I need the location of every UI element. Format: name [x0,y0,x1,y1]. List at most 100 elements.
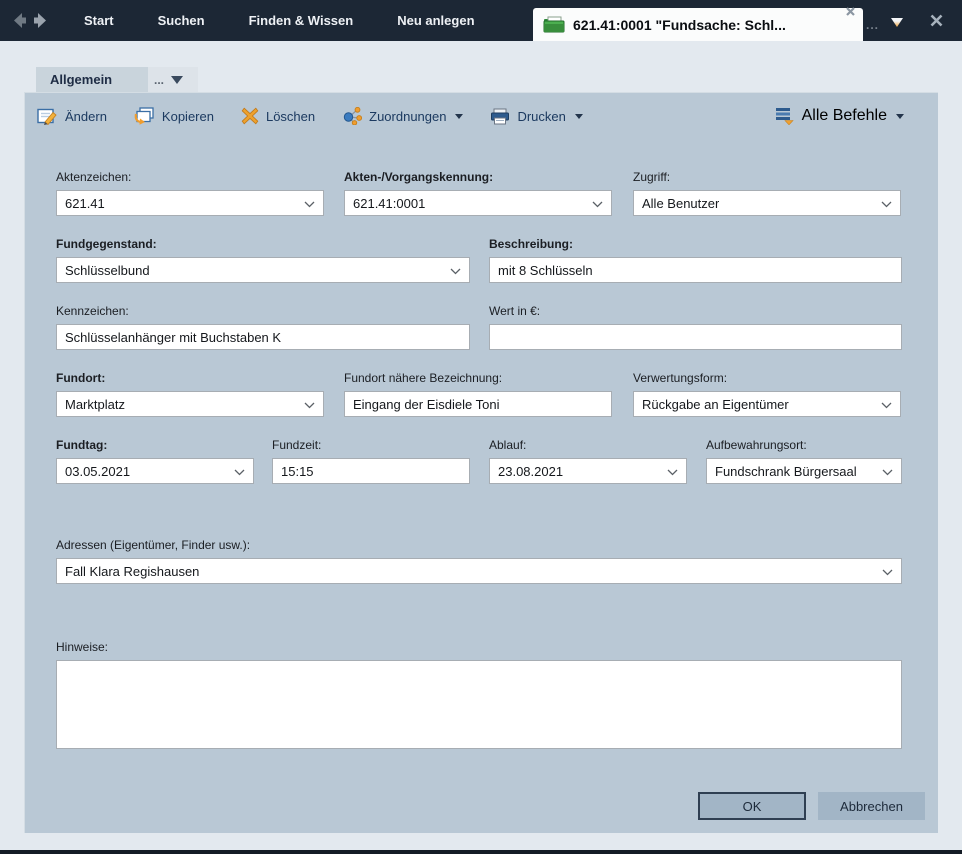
abbrechen-button[interactable]: Abbrechen [818,792,925,820]
drucken-label: Drucken [517,109,565,124]
alle-befehle-button[interactable]: Alle Befehle [774,107,904,125]
dropdown-arrow-icon [896,114,904,119]
menu-item-start[interactable]: Start [62,0,136,41]
combobox-value: Alle Benutzer [642,196,719,211]
fundort-label: Fundort: [56,371,324,386]
tab-list-dropdown-icon[interactable] [890,15,904,33]
fundort-naehere-label: Fundort nähere Bezeichnung: [344,371,612,386]
field-zugriff: Zugriff: Alle Benutzer [633,170,901,216]
kopieren-button[interactable]: Kopieren [134,107,214,125]
adressen-label: Adressen (Eigentümer, Finder usw.): [56,538,902,553]
field-wert: Wert in €: [489,304,902,350]
toolbar: Ändern Kopieren Löschen [37,107,583,125]
combobox-value: Schlüsselbund [65,263,150,278]
assignments-icon [342,107,362,125]
chevron-down-icon [304,201,315,208]
combobox-value: Fundschrank Bürgersaal [715,464,857,479]
wert-label: Wert in €: [489,304,902,319]
history-nav-arrows[interactable] [12,12,48,29]
hinweise-textarea[interactable] [56,660,902,749]
fundort-combobox[interactable]: Marktplatz [56,391,324,417]
combobox-value: 23.08.2021 [498,464,563,479]
beschreibung-label: Beschreibung: [489,237,902,252]
ablauf-datepicker[interactable]: 23.08.2021 [489,458,687,484]
chevron-down-icon [667,469,678,476]
all-commands-icon [774,107,795,125]
tab-overflow[interactable]: ... [148,67,198,92]
combobox-value: 03.05.2021 [65,464,130,479]
zuordnungen-button[interactable]: Zuordnungen [342,107,463,125]
field-adressen: Adressen (Eigentümer, Finder usw.): Fall… [56,538,902,584]
title-bar: Start Suchen Finden & Wissen Neu anlegen… [0,0,962,41]
fundgegenstand-combobox[interactable]: Schlüsselbund [56,257,470,283]
aufbewahrungsort-combobox[interactable]: Fundschrank Bürgersaal [706,458,902,484]
print-icon [490,108,510,125]
verwertungsform-label: Verwertungsform: [633,371,901,386]
zugriff-label: Zugriff: [633,170,901,185]
tab-overflow-label: ... [154,76,164,84]
fundtag-datepicker[interactable]: 03.05.2021 [56,458,254,484]
alle-befehle-label: Alle Befehle [802,107,887,125]
chevron-down-icon [234,469,245,476]
tab-allgemein[interactable]: Allgemein [36,67,148,92]
field-fundzeit: Fundzeit: [272,438,470,484]
forward-arrow-icon [34,13,46,28]
chevron-down-icon [882,469,893,476]
field-kennzeichen: Kennzeichen: [56,304,470,350]
chevron-down-icon [881,402,892,409]
edit-icon [37,107,58,125]
combobox-value: Rückgabe an Eigentümer [642,397,789,412]
dropdown-arrow-icon [455,114,463,119]
wert-input[interactable] [489,324,902,350]
aendern-button[interactable]: Ändern [37,107,107,125]
close-icon[interactable] [929,13,944,33]
chevron-down-icon [592,201,603,208]
field-kennung: Akten-/Vorgangskennung: 621.41:0001 [344,170,612,216]
combobox-value: 621.41:0001 [353,196,425,211]
ablauf-label: Ablauf: [489,438,687,453]
field-beschreibung: Beschreibung: [489,237,902,283]
kennung-combobox[interactable]: 621.41:0001 [344,190,612,216]
field-verwertungsform: Verwertungsform: Rückgabe an Eigentümer [633,371,901,417]
delete-icon [241,107,259,125]
chevron-down-icon [304,402,315,409]
copy-icon [134,107,155,125]
beschreibung-input[interactable] [489,257,902,283]
verwertungsform-combobox[interactable]: Rückgabe an Eigentümer [633,391,901,417]
loeschen-button[interactable]: Löschen [241,107,315,125]
fundzeit-label: Fundzeit: [272,438,470,453]
field-aktenzeichen: Aktenzeichen: 621.41 [56,170,324,216]
fundzeit-input[interactable] [272,458,470,484]
field-hinweise: Hinweise: [56,640,902,749]
chevron-down-icon [171,76,183,84]
menu-item-suchen[interactable]: Suchen [136,0,227,41]
field-fundort-naehere: Fundort nähere Bezeichnung: [344,371,612,417]
drucken-button[interactable]: Drucken [490,108,582,125]
aktenzeichen-combobox[interactable]: 621.41 [56,190,324,216]
document-tab-close-icon[interactable] [845,4,856,22]
ok-button[interactable]: OK [698,792,806,820]
fundgegenstand-label: Fundgegenstand: [56,237,470,252]
kopieren-label: Kopieren [162,109,214,124]
main-menu: Start Suchen Finden & Wissen Neu anlegen [62,0,497,41]
tab-overflow-dots[interactable]: ... [866,18,879,32]
document-tab[interactable]: 621.41:0001 "Fundsache: Schl... [533,8,863,41]
field-fundort: Fundort: Marktplatz [56,371,324,417]
menu-item-finden-wissen[interactable]: Finden & Wissen [227,0,376,41]
folder-icon [543,16,565,33]
chevron-down-icon [881,201,892,208]
document-tab-title: 621.41:0001 "Fundsache: Schl... [573,17,786,33]
fundort-naehere-input[interactable] [344,391,612,417]
field-fundtag: Fundtag: 03.05.2021 [56,438,254,484]
field-aufbewahrungsort: Aufbewahrungsort: Fundschrank Bürgersaal [706,438,902,484]
loeschen-label: Löschen [266,109,315,124]
zuordnungen-label: Zuordnungen [369,109,446,124]
back-arrow-icon [14,13,26,28]
adressen-combobox[interactable]: Fall Klara Regishausen [56,558,902,584]
window-bottom-border [0,850,962,854]
kennzeichen-input[interactable] [56,324,470,350]
chevron-down-icon [882,569,893,576]
combobox-value: Fall Klara Regishausen [65,564,199,579]
menu-item-neu-anlegen[interactable]: Neu anlegen [375,0,496,41]
zugriff-combobox[interactable]: Alle Benutzer [633,190,901,216]
